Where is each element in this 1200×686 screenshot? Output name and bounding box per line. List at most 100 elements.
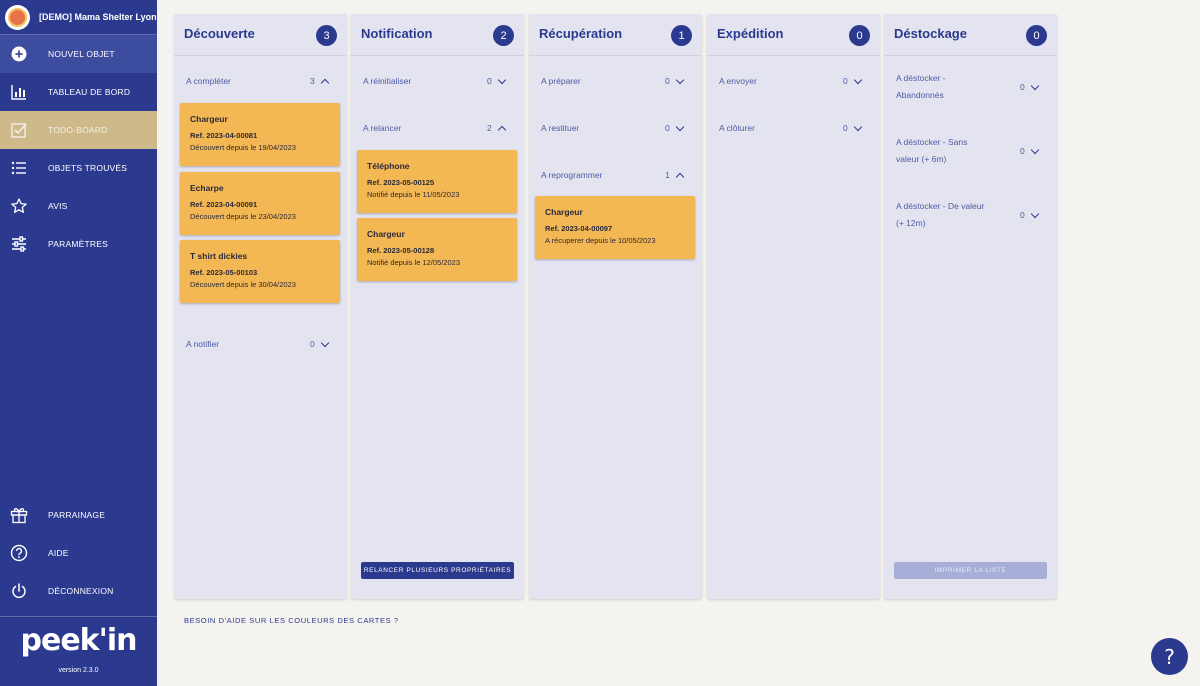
column-expedition: Expédition 0 A envoyer 0 A clôturer 0	[707, 14, 880, 599]
object-card[interactable]: T shirt dickies Ref. 2023-05-00103 Décou…	[180, 240, 340, 303]
group-label: A réinitialiser	[363, 76, 412, 86]
sidebar-item-label: TABLEAU DE BORD	[48, 87, 131, 97]
card-date: Découvert depuis le 23/04/2023	[190, 212, 296, 221]
group-label: A déstocker - De valeur (+ 12m)	[896, 201, 985, 228]
group-label: A compléter	[186, 76, 231, 86]
sidebar-item-label: DÉCONNEXION	[48, 586, 114, 596]
sidebar-item-label: PARAMÈTRES	[48, 239, 108, 249]
sidebar-item-todo-board[interactable]: TODO-BOARD	[0, 111, 157, 149]
group-toggle-a-notifier[interactable]: A notifier 0	[174, 335, 347, 353]
card-ref: Ref. 2023-05-00125	[367, 178, 435, 187]
establishment-name: [DEMO] Mama Shelter Lyon	[39, 12, 157, 22]
chevron-down-icon	[674, 75, 686, 87]
object-card[interactable]: Echarpe Ref. 2023-04-00091 Découvert dep…	[180, 172, 340, 235]
sidebar-item-new-object[interactable]: NOUVEL OBJET	[0, 35, 157, 73]
card-ref: Ref. 2023-04-00081	[190, 131, 258, 140]
group-toggle-a-preparer[interactable]: A préparer 0	[529, 72, 702, 90]
sidebar-item-help[interactable]: AIDE	[0, 534, 157, 572]
group-count: 2	[487, 123, 492, 133]
object-card[interactable]: Chargeur Ref. 2023-05-00128 Notifié depu…	[357, 218, 517, 281]
card-date: Découvert depuis le 30/04/2023	[190, 280, 296, 289]
object-card[interactable]: Chargeur Ref. 2023-04-00081 Découvert de…	[180, 103, 340, 166]
plus-circle-icon	[10, 45, 28, 63]
group-count: 0	[665, 76, 670, 86]
group-count: 0	[665, 123, 670, 133]
chevron-down-icon	[852, 122, 864, 134]
column-title: Expédition	[717, 26, 784, 41]
column-count-badge: 0	[1026, 25, 1047, 46]
card-ref: Ref. 2023-05-00128	[367, 246, 435, 255]
brand[interactable]: [DEMO] Mama Shelter Lyon	[0, 0, 157, 35]
sidebar-item-label: AVIS	[48, 201, 68, 211]
sidebar-item-referral[interactable]: PARRAINAGE	[0, 496, 157, 534]
card-title: Chargeur	[190, 114, 228, 124]
sidebar-item-label: PARRAINAGE	[48, 510, 106, 520]
group-count: 3	[310, 76, 315, 86]
sidebar-item-settings[interactable]: PARAMÈTRES	[0, 225, 157, 263]
card-title: Chargeur	[545, 207, 583, 217]
group-toggle-abandonnes[interactable]: A déstocker - Abandonnés 0	[884, 70, 1057, 106]
remind-owners-button[interactable]: RELANCER PLUSIEURS PROPRIÉTAIRES	[361, 562, 514, 579]
column-title: Notification	[361, 26, 433, 41]
column-decouverte: Découverte 3 A compléter 3 Chargeur Ref.…	[174, 14, 347, 599]
group-toggle-a-reprogrammer[interactable]: A reprogrammer 1	[529, 166, 702, 184]
print-list-button[interactable]: IMPRIMER LA LISTE	[894, 562, 1047, 579]
group-label: A préparer	[541, 76, 581, 86]
group-count: 0	[487, 76, 492, 86]
card-title: T shirt dickies	[190, 251, 248, 261]
card-title: Echarpe	[190, 183, 224, 193]
app-version: version 2.3.0	[58, 667, 99, 674]
group-toggle-a-envoyer[interactable]: A envoyer 0	[707, 72, 880, 90]
group-label: A notifier	[186, 339, 220, 349]
group-toggle-sans-valeur[interactable]: A déstocker - Sans valeur (+ 6m) 0	[884, 134, 1057, 170]
help-chat-button[interactable]: ?	[1151, 638, 1188, 675]
chevron-up-icon	[674, 169, 686, 182]
card-title: Chargeur	[367, 229, 405, 239]
chevron-up-icon	[496, 122, 508, 135]
chevron-down-icon	[1029, 209, 1041, 221]
card-colors-help-link[interactable]: BESOIN D'AIDE SUR LES COULEURS DES CARTE…	[184, 616, 399, 625]
group-count: 0	[843, 76, 848, 86]
sliders-icon	[10, 235, 28, 253]
sidebar-item-label: OBJETS TROUVÉS	[48, 163, 128, 173]
card-date: Notifié depuis le 11/05/2023	[367, 190, 460, 199]
group-label: A déstocker - Abandonnés	[896, 73, 946, 100]
sidebar-item-logout[interactable]: DÉCONNEXION	[0, 572, 157, 610]
sidebar-bottom-nav: PARRAINAGE AIDE DÉCONNEXION	[0, 496, 157, 610]
establishment-logo-icon	[5, 4, 30, 30]
group-label: A restituer	[541, 123, 580, 133]
group-label: A relancer	[363, 123, 402, 133]
group-count: 0	[1020, 210, 1025, 220]
column-header: Récupération 1	[529, 14, 702, 56]
chevron-down-icon	[319, 338, 331, 350]
chevron-down-icon	[674, 122, 686, 134]
sidebar-item-label: NOUVEL OBJET	[48, 49, 115, 59]
object-card[interactable]: Chargeur Ref. 2023-04-00097 A récuperer …	[535, 196, 695, 259]
list-icon	[10, 159, 28, 177]
group-toggle-a-completer[interactable]: A compléter 3	[174, 72, 347, 90]
column-count-badge: 3	[316, 25, 337, 46]
sidebar-item-reviews[interactable]: AVIS	[0, 187, 157, 225]
checkbox-icon	[10, 121, 28, 139]
column-title: Déstockage	[894, 26, 967, 41]
group-label: A envoyer	[719, 76, 757, 86]
group-count: 1	[665, 170, 670, 180]
sidebar-item-found-objects[interactable]: OBJETS TROUVÉS	[0, 149, 157, 187]
column-destockage: Déstockage 0 A déstocker - Abandonnés 0 …	[884, 14, 1057, 599]
object-card[interactable]: Téléphone Ref. 2023-05-00125 Notifié dep…	[357, 150, 517, 213]
group-toggle-a-reinitialiser[interactable]: A réinitialiser 0	[351, 72, 524, 90]
card-date: Découvert depuis le 19/04/2023	[190, 143, 296, 152]
group-toggle-a-relancer[interactable]: A relancer 2	[351, 119, 524, 137]
app-logo-text: peek'in	[20, 623, 138, 658]
card-ref: Ref. 2023-05-00103	[190, 268, 258, 277]
group-toggle-de-valeur[interactable]: A déstocker - De valeur (+ 12m) 0	[884, 198, 1057, 234]
column-count-badge: 0	[849, 25, 870, 46]
chevron-down-icon	[1029, 145, 1041, 157]
sidebar-item-dashboard[interactable]: TABLEAU DE BORD	[0, 73, 157, 111]
star-icon	[10, 197, 28, 215]
group-label: A clôturer	[719, 123, 755, 133]
bar-chart-icon	[10, 83, 28, 101]
group-toggle-a-restituer[interactable]: A restituer 0	[529, 119, 702, 137]
card-date: A récuperer depuis le 10/05/2023	[545, 236, 656, 245]
group-toggle-a-cloturer[interactable]: A clôturer 0	[707, 119, 880, 137]
